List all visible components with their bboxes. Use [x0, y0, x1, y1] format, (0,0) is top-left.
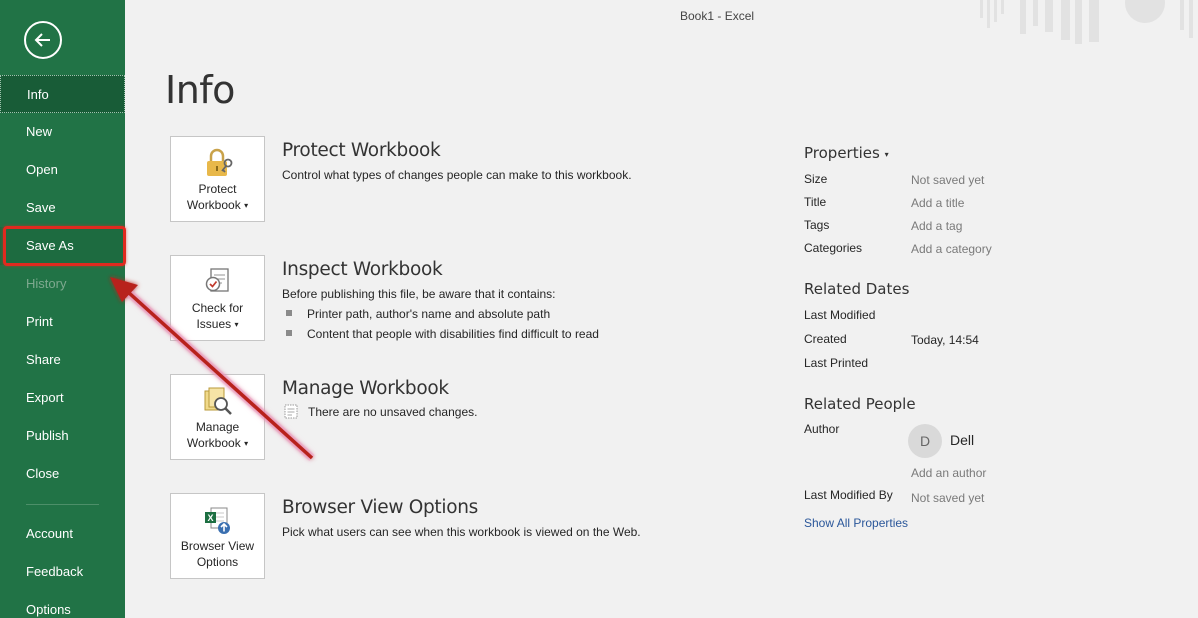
prop-label-title: Title: [804, 195, 827, 209]
list-item: Printer path, author's name and absolute…: [282, 307, 762, 321]
nav-divider: [26, 504, 99, 505]
last-modified-label: Last Modified: [804, 308, 876, 322]
inspect-document-icon: [205, 268, 229, 292]
browser-view-options-button[interactable]: X Browser View Options: [170, 493, 265, 579]
backstage-sidebar: Info New Open Save Save As History Print…: [0, 0, 125, 618]
nav-options[interactable]: Options: [0, 591, 125, 618]
window-title: Book1 - Excel: [680, 9, 755, 23]
list-item: Content that people with disabilities fi…: [282, 327, 762, 341]
dropdown-caret-icon: ▾: [244, 439, 249, 448]
section-heading: Inspect Workbook: [282, 259, 443, 280]
bullet-icon: [286, 310, 292, 316]
prop-label-tags: Tags: [804, 218, 830, 232]
browser-view-options-section: Browser View Options Pick what users can…: [282, 497, 762, 539]
background-decoration: [980, 0, 1193, 44]
nav-new[interactable]: New: [0, 113, 125, 151]
manage-workbook-section: Manage Workbook There are no unsaved cha…: [282, 378, 762, 419]
prop-value-size: Not saved yet: [911, 173, 985, 187]
page-title: Info: [165, 68, 235, 112]
nav-info[interactable]: Info: [0, 75, 125, 113]
back-arrow-icon: [34, 33, 50, 47]
author-name[interactable]: Dell: [950, 432, 974, 448]
add-author-link[interactable]: Add an author: [911, 466, 986, 480]
prop-tags-field[interactable]: Add a tag: [911, 219, 962, 233]
dropdown-caret-icon: ▾: [244, 201, 249, 210]
nav-open[interactable]: Open: [0, 151, 125, 189]
dropdown-caret-icon: ▾: [234, 320, 239, 329]
avatar: D: [908, 424, 942, 458]
properties-dropdown[interactable]: Properties ▾: [804, 144, 889, 162]
section-heading: Protect Workbook: [282, 140, 441, 161]
nav-close[interactable]: Close: [0, 455, 125, 493]
prop-label-size: Size: [804, 172, 828, 186]
nav-share[interactable]: Share: [0, 341, 125, 379]
created-label: Created: [804, 332, 847, 346]
nav-history: History: [26, 276, 67, 291]
prop-title-field[interactable]: Add a title: [911, 196, 964, 210]
last-printed-label: Last Printed: [804, 356, 869, 370]
related-people-heading: Related People: [804, 395, 916, 413]
created-value: Today, 14:54: [911, 333, 979, 347]
status-text: There are no unsaved changes.: [282, 404, 762, 419]
section-heading: Browser View Options: [282, 497, 479, 518]
svg-text:X: X: [207, 513, 213, 523]
protect-workbook-label: Protect Workbook ▾: [186, 182, 249, 212]
manage-workbook-label: Manage Workbook ▾: [186, 420, 249, 450]
excel-globe-icon: X: [205, 507, 230, 534]
prop-label-categories: Categories: [804, 241, 863, 255]
nav-feedback[interactable]: Feedback: [0, 553, 125, 591]
dropdown-caret-icon: ▾: [884, 150, 889, 159]
section-description: Control what types of changes people can…: [282, 168, 632, 182]
nav-publish[interactable]: Publish: [0, 417, 125, 455]
section-description: Pick what users can see when this workbo…: [282, 525, 641, 539]
nav-export[interactable]: Export: [0, 379, 125, 417]
lock-icon: [207, 148, 233, 176]
save-as-highlight-box: [3, 226, 126, 266]
last-modified-by-value: Not saved yet: [911, 491, 985, 505]
back-button[interactable]: [24, 21, 62, 59]
section-description: Before publishing this file, be aware th…: [282, 287, 556, 301]
protect-workbook-button[interactable]: Protect Workbook ▾: [170, 136, 265, 222]
bullet-icon: [286, 330, 292, 336]
browser-view-options-label: Browser View Options: [180, 539, 255, 569]
related-dates-heading: Related Dates: [804, 280, 910, 298]
protect-workbook-section: Protect Workbook Control what types of c…: [282, 140, 762, 182]
manage-workbook-button[interactable]: Manage Workbook ▾: [170, 374, 265, 460]
prop-categories-field[interactable]: Add a category: [911, 242, 992, 256]
check-for-issues-label: Check for Issues ▾: [191, 301, 244, 331]
nav-save[interactable]: Save: [0, 189, 125, 227]
author-label: Author: [804, 422, 840, 436]
nav-account[interactable]: Account: [0, 515, 125, 553]
manage-versions-icon: [204, 387, 232, 415]
document-icon: [284, 404, 298, 419]
last-modified-by-label: Last Modified By: [804, 488, 893, 502]
check-for-issues-button[interactable]: Check for Issues ▾: [170, 255, 265, 341]
nav-print[interactable]: Print: [0, 303, 125, 341]
show-all-properties-link[interactable]: Show All Properties: [804, 516, 908, 530]
inspect-workbook-section: Inspect Workbook Before publishing this …: [282, 259, 762, 341]
section-heading: Manage Workbook: [282, 378, 449, 399]
